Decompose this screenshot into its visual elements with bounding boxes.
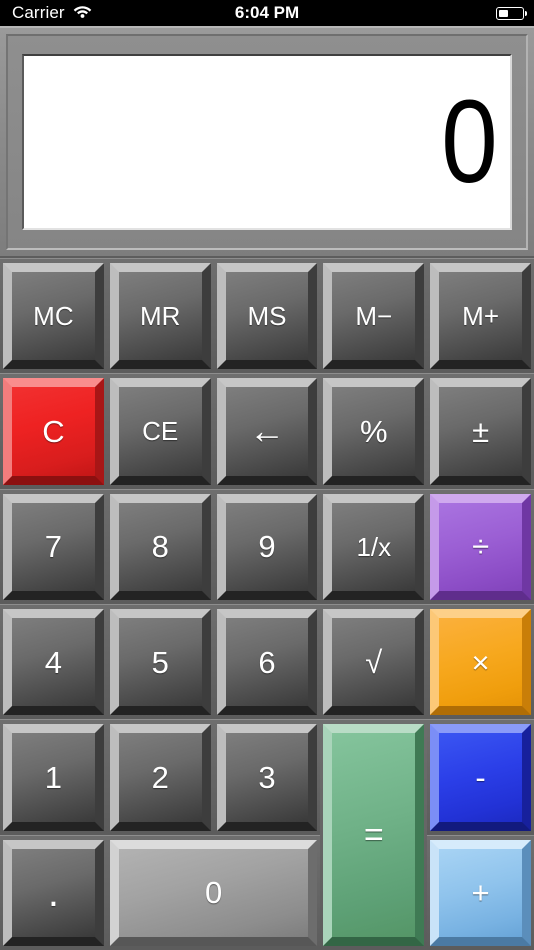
- key-cell: √: [320, 604, 428, 720]
- memory-add-button[interactable]: M+: [430, 263, 531, 370]
- key-cell: =: [320, 719, 428, 950]
- key-label: ÷: [472, 529, 490, 565]
- key-label: -: [475, 759, 486, 795]
- key-label: 4: [44, 644, 63, 680]
- key-cell: -: [427, 719, 534, 835]
- memory-subtract-button[interactable]: M−: [323, 263, 425, 370]
- digit-9-button[interactable]: 9: [216, 493, 318, 600]
- key-cell: .: [0, 834, 107, 950]
- percent-button[interactable]: %: [323, 378, 425, 485]
- key-label: 0: [204, 875, 223, 911]
- key-label: 3: [258, 759, 276, 795]
- key-cell: 1: [0, 719, 107, 835]
- memory-recall-button[interactable]: MR: [109, 263, 211, 370]
- minus-button[interactable]: -: [430, 724, 531, 831]
- decimal-point-button[interactable]: .: [3, 839, 104, 946]
- key-label: √: [365, 644, 383, 680]
- clear-entry-button[interactable]: CE: [109, 378, 211, 485]
- carrier-label: Carrier: [12, 3, 65, 22]
- key-cell: ×: [427, 604, 534, 720]
- equals-button[interactable]: =: [323, 724, 425, 946]
- key-label: 1/x: [356, 531, 392, 562]
- memory-clear-button[interactable]: MC: [3, 263, 104, 370]
- key-label: 2: [151, 759, 169, 795]
- key-cell: M+: [427, 258, 534, 374]
- key-label: .: [47, 870, 59, 915]
- key-cell: 3: [213, 719, 321, 835]
- digit-6-button[interactable]: 6: [216, 609, 318, 716]
- key-label: MR: [139, 301, 181, 332]
- status-bar: Carrier 6:04 PM: [0, 0, 534, 26]
- digit-8-button[interactable]: 8: [109, 493, 211, 600]
- display-bezel: 0: [0, 26, 534, 258]
- key-cell: ±: [427, 373, 534, 489]
- key-cell: %: [320, 373, 428, 489]
- memory-store-button[interactable]: MS: [216, 263, 318, 370]
- key-label: %: [360, 413, 388, 449]
- key-cell: 5: [106, 604, 214, 720]
- key-label: M+: [462, 301, 500, 332]
- key-cell: C: [0, 373, 107, 489]
- key-label: 5: [151, 644, 169, 680]
- plus-button[interactable]: +: [430, 839, 531, 946]
- key-label: 8: [151, 529, 169, 565]
- key-label: 7: [44, 529, 63, 565]
- key-label: M−: [355, 301, 393, 332]
- square-root-button[interactable]: √: [323, 609, 425, 716]
- status-bar-right: [496, 6, 534, 20]
- key-cell: ←: [213, 373, 321, 489]
- digit-1-button[interactable]: 1: [3, 724, 104, 831]
- key-cell: 1/x: [320, 488, 428, 604]
- reciprocal-button[interactable]: 1/x: [323, 493, 425, 600]
- key-cell: 4: [0, 604, 107, 720]
- key-label: ±: [472, 413, 490, 449]
- battery-level-fill: [499, 9, 508, 17]
- key-cell: 2: [106, 719, 214, 835]
- calculator-display: 0: [22, 54, 512, 230]
- key-label: MS: [247, 301, 287, 332]
- key-cell: 8: [106, 488, 214, 604]
- digit-4-button[interactable]: 4: [3, 609, 104, 716]
- key-cell: +: [427, 834, 534, 950]
- display-inner-bevel: 0: [6, 34, 528, 250]
- key-label: ←: [248, 410, 285, 452]
- key-cell: CE: [106, 373, 214, 489]
- digit-0-button[interactable]: 0: [109, 839, 318, 946]
- wifi-icon: [73, 4, 92, 23]
- key-cell: MR: [106, 258, 214, 374]
- key-cell: MC: [0, 258, 107, 374]
- digit-2-button[interactable]: 2: [109, 724, 211, 831]
- key-cell: M−: [320, 258, 428, 374]
- key-cell: 0: [106, 834, 321, 950]
- display-value: 0: [441, 75, 498, 208]
- key-label: ×: [471, 644, 490, 680]
- key-label: 9: [258, 529, 276, 565]
- key-label: 6: [258, 644, 276, 680]
- plus-minus-button[interactable]: ±: [430, 378, 531, 485]
- key-label: 1: [44, 759, 63, 795]
- digit-5-button[interactable]: 5: [109, 609, 211, 716]
- clear-button[interactable]: C: [3, 378, 104, 485]
- status-bar-left: Carrier: [0, 3, 92, 23]
- key-label: CE: [142, 416, 179, 447]
- key-label: =: [363, 816, 384, 855]
- digit-7-button[interactable]: 7: [3, 493, 104, 600]
- key-label: MC: [33, 301, 74, 332]
- key-cell: ÷: [427, 488, 534, 604]
- key-cell: 9: [213, 488, 321, 604]
- key-label: +: [471, 875, 490, 911]
- multiply-button[interactable]: ×: [430, 609, 531, 716]
- divide-button[interactable]: ÷: [430, 493, 531, 600]
- key-cell: 7: [0, 488, 107, 604]
- keypad: MC MR MS M− M+ C CE ←% ±7 8 9 1/x ÷ 4 5 6 √ × 1 2 3 = -. 0 +: [0, 258, 534, 950]
- key-cell: 6: [213, 604, 321, 720]
- backspace-icon[interactable]: ←: [216, 378, 318, 485]
- digit-3-button[interactable]: 3: [216, 724, 318, 831]
- key-label: C: [42, 413, 65, 449]
- key-cell: MS: [213, 258, 321, 374]
- battery-icon: [496, 6, 527, 20]
